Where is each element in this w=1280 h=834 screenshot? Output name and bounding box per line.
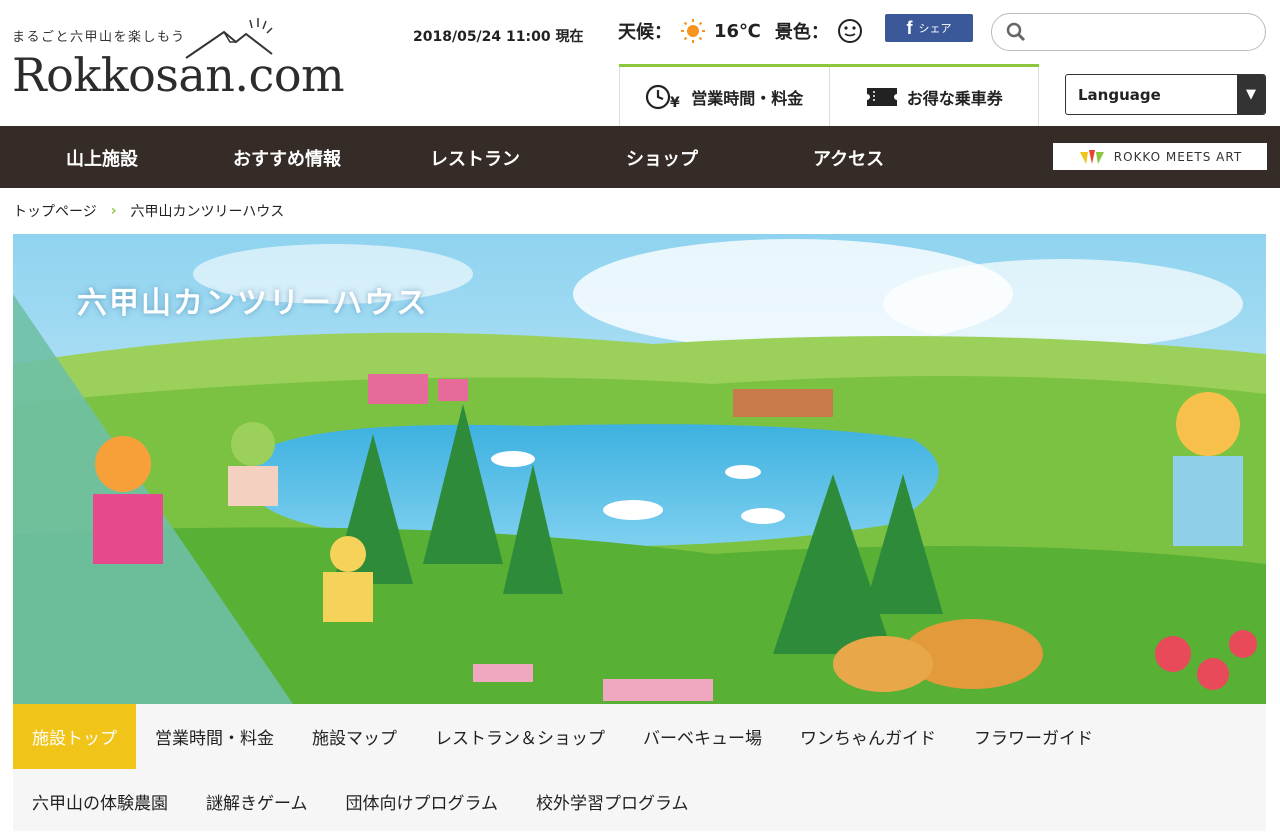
hero-title: 六甲山カンツリーハウス — [77, 286, 429, 321]
subnav-dog-guide[interactable]: ワンちゃんガイド — [781, 704, 955, 769]
subnav-row-1: 施設トップ 営業時間・料金 施設マップ レストラン＆ショップ バーベキュー場 ワ… — [13, 704, 1266, 769]
subnav-bbq[interactable]: バーベキュー場 — [624, 704, 781, 769]
facility-subnav: 施設トップ 営業時間・料金 施設マップ レストラン＆ショップ バーベキュー場 ワ… — [13, 704, 1266, 831]
nav-item-restaurant[interactable]: レストラン — [430, 145, 520, 171]
scenery-label: 景色： — [774, 22, 829, 43]
logo-tagline: まるごと六甲山を楽しもう — [12, 30, 186, 45]
discount-ticket-tab[interactable]: お得な乗車券 — [828, 67, 1039, 126]
search-box — [991, 13, 1266, 51]
facebook-share-button[interactable]: f シェア — [885, 14, 973, 42]
status-datetime: 2018/05/24 11:00 現在 — [413, 29, 584, 45]
breadcrumb-home[interactable]: トップページ — [13, 201, 97, 221]
rokko-meets-art-banner[interactable]: ROKKO MEETS ART — [1053, 143, 1267, 170]
subnav-flower-guide[interactable]: フラワーガイド — [955, 704, 1112, 769]
subnav-facility-map[interactable]: 施設マップ — [293, 704, 416, 769]
weather-label: 天候： — [618, 22, 672, 43]
language-label: Language — [1078, 85, 1161, 104]
discount-ticket-label: お得な乗車券 — [906, 88, 1003, 108]
art-logo-icon — [1079, 149, 1104, 164]
hours-fees-label: 営業時間・料金 — [691, 88, 804, 108]
facebook-icon: f — [906, 17, 913, 38]
subnav-group-program[interactable]: 団体向けプログラム — [327, 769, 518, 834]
nav-item-recommended[interactable]: おすすめ情報 — [233, 145, 341, 171]
weather-status: 天候： 16℃ 景色： — [618, 18, 863, 44]
clock-yen-icon: ¥ — [646, 84, 680, 111]
language-select[interactable]: Language ▼ — [1065, 74, 1266, 115]
sun-icon — [681, 19, 705, 43]
temperature: 16℃ — [714, 20, 761, 42]
neutral-face-icon — [837, 19, 862, 43]
subnav-farm[interactable]: 六甲山の体験農園 — [13, 769, 187, 834]
chevron-down-icon: ▼ — [1237, 75, 1265, 114]
breadcrumb-current: 六甲山カンツリーハウス — [130, 204, 285, 220]
breadcrumb: トップページ › 六甲山カンツリーハウス — [13, 201, 284, 221]
nav-item-access[interactable]: アクセス — [813, 145, 884, 171]
subnav-facility-top[interactable]: 施設トップ — [13, 704, 136, 769]
subnav-hours-fees[interactable]: 営業時間・料金 — [136, 704, 293, 769]
subnav-row-2: 六甲山の体験農園 謎解きゲーム 団体向けプログラム 校外学習プログラム — [13, 769, 1266, 834]
site-header: まるごと六甲山を楽しもう Rokkosan.com 2018/05/24 11:… — [0, 0, 1280, 126]
hours-fees-tab[interactable]: ¥ 営業時間・料金 — [619, 67, 829, 126]
header-tabs: ¥ 営業時間・料金 お得な乗車券 — [619, 64, 1039, 126]
nav-item-shop[interactable]: ショップ — [626, 145, 698, 171]
nav-item-facilities[interactable]: 山上施設 — [66, 145, 138, 171]
search-input[interactable] — [1036, 14, 1256, 48]
rokko-meets-art-label: ROKKO MEETS ART — [1113, 149, 1243, 164]
logo-brand: Rokkosan.com — [12, 48, 345, 102]
site-logo[interactable]: まるごと六甲山を楽しもう Rokkosan.com — [12, 18, 372, 102]
subnav-restaurant-shop[interactable]: レストラン＆ショップ — [416, 704, 624, 769]
subnav-mystery-game[interactable]: 謎解きゲーム — [187, 769, 327, 834]
ticket-icon — [866, 87, 897, 106]
facebook-share-label: シェア — [918, 22, 952, 35]
search-icon[interactable] — [1006, 22, 1026, 42]
chevron-right-icon: › — [110, 203, 117, 219]
hero-illustration: 六甲山カンツリーハウス — [13, 234, 1266, 704]
svg-text:¥: ¥ — [670, 95, 680, 111]
subnav-school-program[interactable]: 校外学習プログラム — [517, 769, 708, 834]
